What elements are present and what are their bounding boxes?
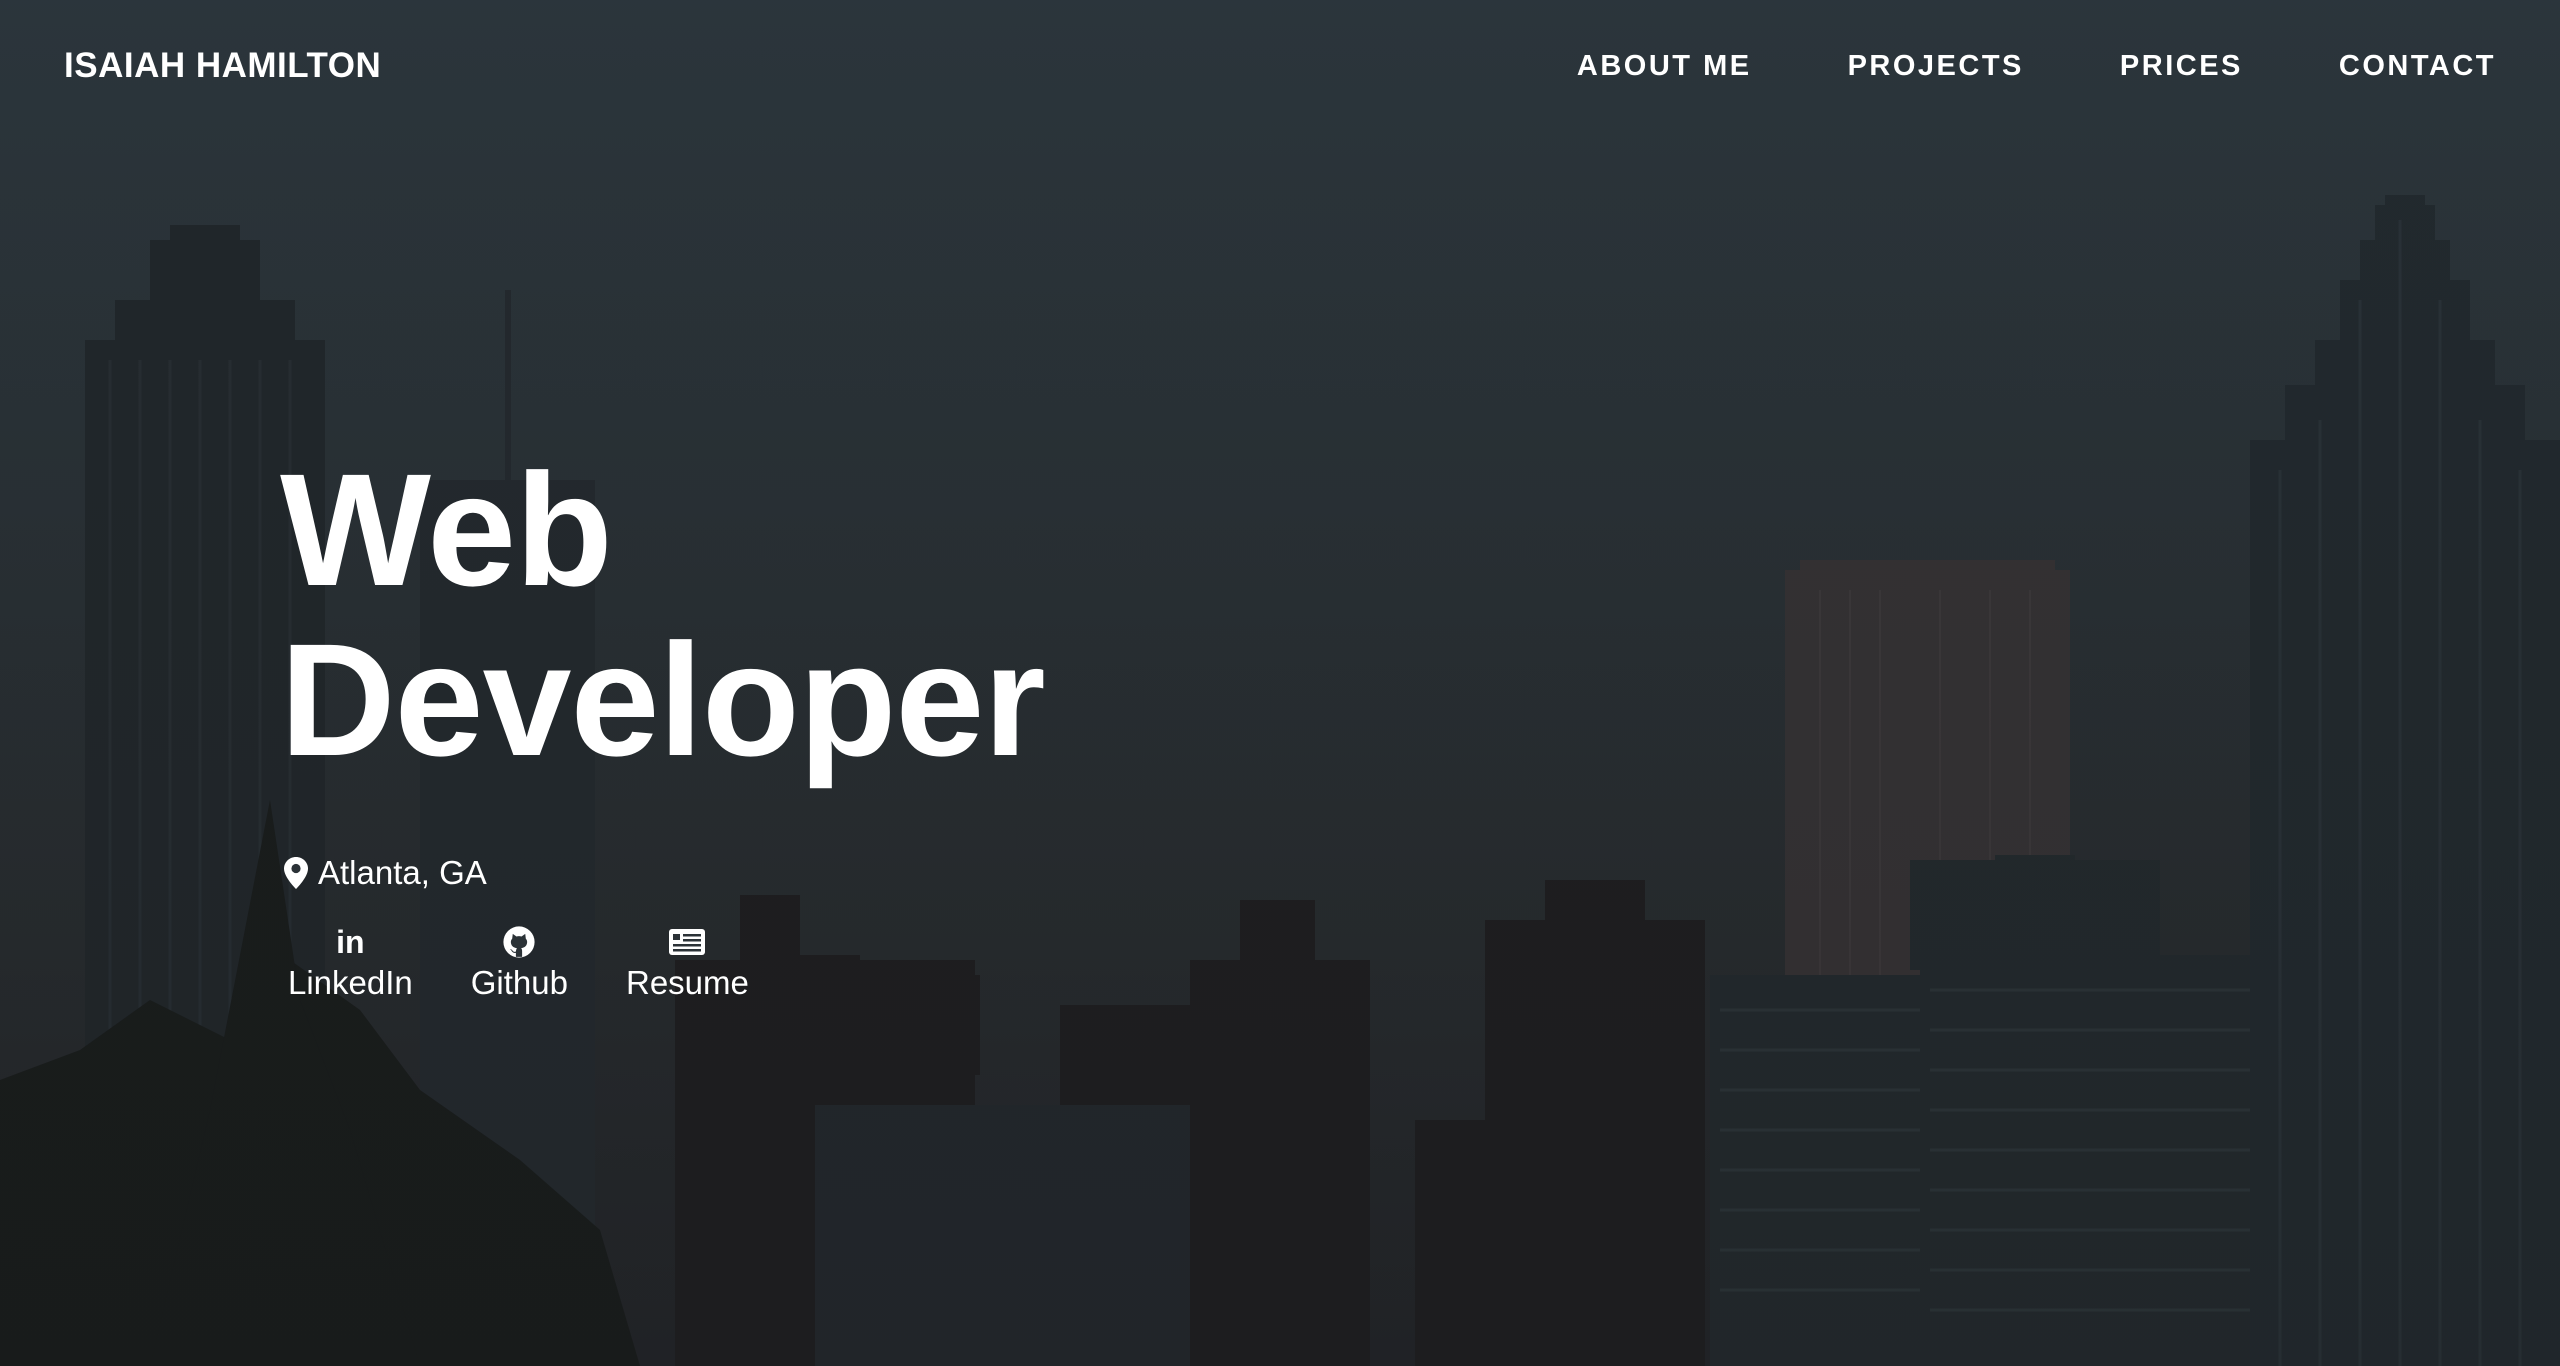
github-label: Github [470, 964, 568, 1001]
resume-link[interactable]: Resume [626, 922, 749, 1002]
linkedin-glyph: in [336, 924, 365, 960]
resume-icon [668, 922, 706, 962]
nav-item-about-me[interactable]: ABOUT ME [1577, 50, 1752, 83]
resume-label: Resume [626, 964, 749, 1001]
linkedin-icon: in [336, 922, 364, 962]
social-links: in LinkedIn Github Resume [288, 922, 749, 1002]
github-icon [502, 922, 536, 962]
nav-item-contact[interactable]: CONTACT [2339, 50, 2496, 83]
github-link[interactable]: Github [471, 922, 568, 1002]
hero-section: ISAIAH HAMILTON ABOUT ME PROJECTS PRICES… [0, 0, 2560, 1366]
hero-title-line-2: Developer [280, 610, 1046, 789]
linkedin-link[interactable]: in LinkedIn [288, 922, 413, 1002]
nav-item-prices[interactable]: PRICES [2120, 50, 2243, 83]
location-text: Atlanta, GA [318, 854, 487, 891]
map-pin-icon [284, 857, 308, 889]
linkedin-label: LinkedIn [288, 964, 413, 1001]
hero-title: Web Developer [280, 440, 1046, 789]
nav-item-projects[interactable]: PROJECTS [1848, 50, 2024, 83]
brand-logo[interactable]: ISAIAH HAMILTON [64, 46, 381, 86]
location: Atlanta, GA [284, 854, 487, 892]
main-nav: ABOUT ME PROJECTS PRICES CONTACT [1577, 50, 2496, 83]
hero-title-line-1: Web [280, 440, 613, 619]
